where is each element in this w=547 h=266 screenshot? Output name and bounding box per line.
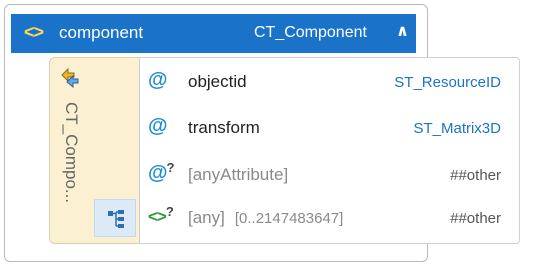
element-type: CT_Component bbox=[254, 24, 367, 41]
occurrence-range: [0..2147483647] bbox=[234, 210, 344, 227]
element-header[interactable]: <> component CT_Component ∧ bbox=[11, 14, 416, 53]
attribute-row-any-attribute[interactable]: @? [anyAttribute] ##other bbox=[140, 156, 519, 196]
complex-type-panel[interactable]: CT_Compo... bbox=[49, 57, 140, 244]
sequence-button[interactable] bbox=[94, 199, 136, 237]
any-attribute-name: [anyAttribute] bbox=[188, 165, 289, 184]
attribute-list: @ objectid ST_ResourceID @ transform ST_… bbox=[139, 57, 520, 244]
attribute-type: ST_ResourceID bbox=[394, 74, 501, 91]
attribute-icon: @ bbox=[148, 115, 168, 137]
element-row-any[interactable]: <>? [any] [0..2147483647] ##other bbox=[140, 199, 519, 239]
any-attribute-namespace: ##other bbox=[450, 167, 501, 184]
sequence-icon bbox=[108, 210, 124, 228]
attribute-name: objectid bbox=[188, 72, 247, 91]
attribute-type: ST_Matrix3D bbox=[413, 120, 501, 137]
complex-type-icon bbox=[61, 67, 79, 88]
any-element-label: [any] bbox=[188, 208, 225, 227]
attribute-name: transform bbox=[188, 118, 260, 137]
any-element-icon: <>? bbox=[148, 204, 174, 226]
any-attribute-icon: @? bbox=[148, 160, 175, 184]
double-chevron-up-icon[interactable]: ∧ bbox=[396, 21, 409, 41]
attribute-icon: @ bbox=[148, 69, 168, 91]
complex-type-label: CT_Compo... bbox=[62, 102, 81, 204]
element-name: component bbox=[59, 23, 144, 42]
attribute-row-objectid[interactable]: @ objectid ST_ResourceID bbox=[140, 63, 519, 103]
schema-diagram: <> component CT_Component ∧ CT_Compo... bbox=[0, 0, 547, 266]
chevrons-icon: <> bbox=[24, 22, 44, 42]
any-element-namespace: ##other bbox=[450, 210, 501, 227]
attribute-row-transform[interactable]: @ transform ST_Matrix3D bbox=[140, 109, 519, 149]
any-element-name: [any] [0..2147483647] bbox=[188, 208, 343, 228]
